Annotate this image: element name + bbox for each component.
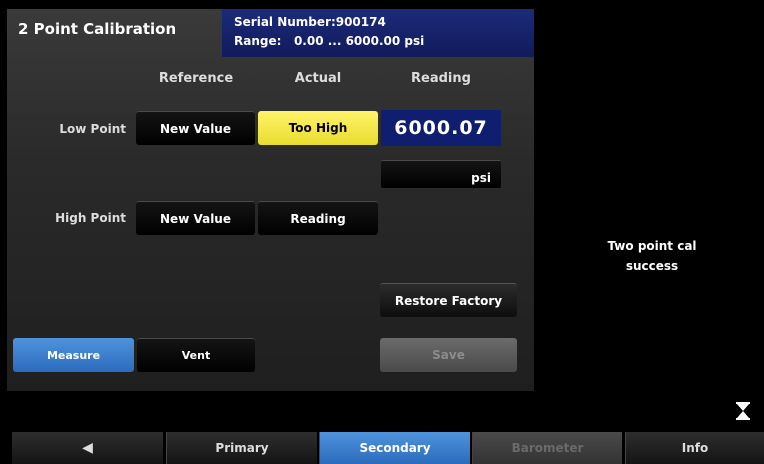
back-arrow-icon: ◀ [82, 440, 93, 456]
high-point-label: High Point [55, 211, 126, 225]
restore-factory-button[interactable]: Restore Factory [380, 283, 517, 317]
column-header-reference: Reference [158, 71, 234, 86]
tab-secondary[interactable]: Secondary [319, 432, 470, 464]
tab-barometer[interactable]: Barometer [472, 432, 622, 464]
status-message: Two point cal success [600, 236, 704, 276]
page-title: 2 Point Calibration [18, 20, 177, 38]
column-header-reading: Reading [411, 71, 471, 86]
nav-back-button[interactable]: ◀ [12, 432, 163, 464]
low-point-actual-button[interactable]: Too High [258, 111, 378, 145]
status-line-2: success [625, 259, 679, 273]
tab-primary[interactable]: Primary [166, 432, 317, 464]
high-point-new-value-button[interactable]: New Value [136, 201, 255, 235]
column-header-actual: Actual [294, 71, 342, 86]
vent-button[interactable]: Vent [137, 338, 255, 372]
low-point-new-value-button[interactable]: New Value [136, 111, 255, 145]
serial-info: Serial Number:900174 Range: 0.00 ... 600… [222, 9, 534, 57]
status-line-1: Two point cal [607, 239, 697, 253]
status-panel [534, 9, 764, 429]
serial-number: Serial Number:900174 [234, 15, 386, 29]
range-info: Range: 0.00 ... 6000.00 psi [234, 34, 425, 48]
low-point-label: Low Point [59, 122, 126, 136]
calibration-panel [7, 9, 534, 391]
tab-info[interactable]: Info [625, 432, 764, 464]
reading-value: 6000.07 [381, 110, 501, 146]
measure-button[interactable]: Measure [13, 338, 134, 372]
high-point-reading-button[interactable]: Reading [258, 201, 378, 235]
unit-selector[interactable]: psi [381, 160, 501, 188]
save-button[interactable]: Save [380, 338, 517, 372]
hourglass-icon [735, 402, 751, 420]
